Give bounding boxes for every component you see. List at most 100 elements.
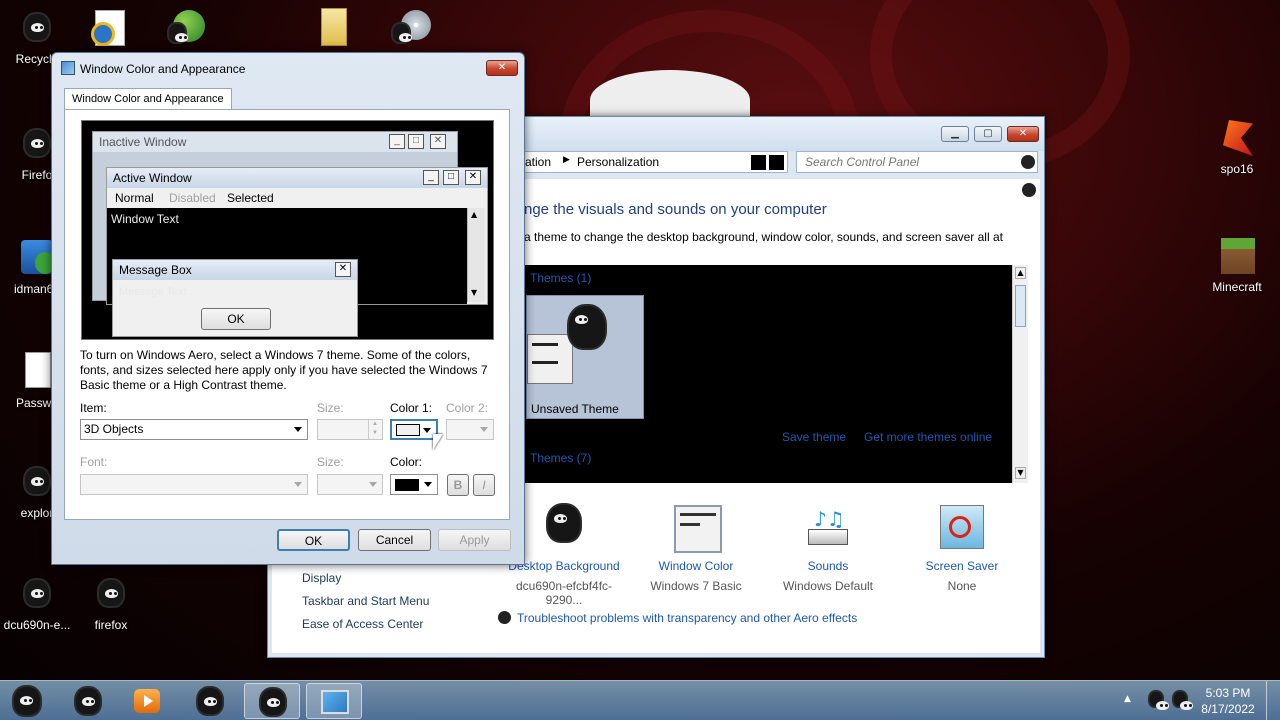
minimize-icon: _ [423, 170, 439, 185]
bottom-item-title[interactable]: Window Color [632, 559, 760, 573]
desktop-icon-firefox2[interactable]: firefox [74, 574, 148, 632]
italic-button[interactable]: I [473, 474, 495, 496]
help-icon[interactable] [1022, 183, 1036, 197]
dialog-close-button[interactable]: ✕ [486, 60, 518, 76]
clock-time: 5:03 PM [1205, 686, 1251, 700]
page-subtext: a theme to change the desktop background… [524, 230, 1003, 244]
scroll-down-icon[interactable]: ▼ [1015, 467, 1026, 479]
start-button[interactable] [4, 681, 50, 720]
active-title: Active Window _ □ ✕ [107, 168, 487, 188]
tray-icon[interactable] [1172, 690, 1193, 710]
breadcrumb-prefix[interactable]: ation [525, 155, 551, 169]
scroll-up-icon: ▲ [471, 210, 478, 219]
minimize-button[interactable]: ▁ [941, 126, 969, 142]
apply-button[interactable]: Apply [438, 529, 511, 551]
item-size-stepper[interactable]: ▲ ▼ [317, 419, 383, 440]
bottom-item-sub: None [947, 579, 977, 593]
refresh-icon[interactable] [769, 155, 784, 170]
desktop-icon-folder[interactable] [296, 8, 370, 52]
active-title-text: Active Window [113, 171, 192, 185]
see-also-display[interactable]: Display [302, 571, 341, 585]
maximize-button[interactable]: ▢ [974, 126, 1002, 142]
tray-icon[interactable] [1148, 690, 1169, 710]
dropdown-icon[interactable] [751, 155, 766, 170]
theme-list-scrollbar[interactable]: ▲ ▼ [1012, 265, 1028, 483]
aero-info-text: To turn on Windows Aero, select a Window… [80, 348, 488, 392]
color1-swatch [396, 424, 420, 436]
inactive-title-text: Inactive Window [99, 135, 187, 149]
taskbar-button-app4[interactable] [244, 683, 300, 719]
desktop-icon-idm[interactable] [150, 8, 224, 52]
desktop-icon-label: spo16 [1220, 162, 1254, 176]
dialog-titlebar[interactable]: Window Color and Appearance ✕ [52, 53, 524, 83]
window-color-icon [674, 505, 722, 553]
tab-window-color-appearance[interactable]: Window Color and Appearance [64, 88, 232, 110]
my-themes-label: Themes (1) [530, 271, 592, 285]
show-desktop-button[interactable] [1266, 681, 1280, 720]
desktop-icon-label: dcu690n-e... [3, 618, 71, 632]
item-size-label: Size: [317, 401, 344, 415]
get-more-themes-link[interactable]: Get more themes online [864, 430, 992, 444]
maximize-icon: □ [408, 134, 424, 149]
desktop-icon-label: Minecraft [1212, 280, 1262, 294]
preview-message-box: Message Box ✕ Message Text OK [112, 259, 358, 337]
chevron-down-icon [369, 482, 377, 487]
item-select[interactable]: 3D Objects [80, 419, 308, 440]
globe-download-icon [167, 8, 207, 48]
font-color-picker[interactable] [390, 474, 438, 495]
taskbar-button-app1[interactable] [60, 683, 116, 719]
close-icon: ✕ [430, 134, 446, 149]
unsaved-theme-tile[interactable]: Unsaved Theme [526, 295, 644, 419]
scroll-thumb[interactable] [1015, 285, 1026, 327]
taskbar-button-control-panel[interactable] [306, 683, 362, 719]
bold-button[interactable]: B [447, 474, 469, 496]
troubleshoot-link[interactable]: Troubleshoot problems with transparency … [517, 611, 857, 625]
search-input[interactable]: Search Control Panel [796, 151, 1038, 173]
close-icon: ✕ [335, 262, 351, 277]
bottom-item-title[interactable]: Screen Saver [898, 559, 1026, 573]
internet-explorer-icon [89, 8, 129, 48]
app-icon [259, 687, 287, 717]
save-theme-link[interactable]: Save theme [782, 430, 846, 444]
maximize-icon: □ [443, 170, 459, 185]
desktop-icon-ie[interactable] [72, 8, 146, 52]
see-also-ease-of-access[interactable]: Ease of Access Center [302, 617, 423, 631]
message-text: Message Text [119, 286, 187, 298]
desktop-icon-disc[interactable] [374, 8, 448, 52]
scroll-up-icon[interactable]: ▲ [1015, 267, 1026, 279]
desktop-icon-dcu690n[interactable]: dcu690n-e... [0, 574, 74, 632]
bottom-item-title[interactable]: Sounds [764, 559, 892, 573]
close-button[interactable]: ✕ [1007, 126, 1039, 142]
see-also-taskbar[interactable]: Taskbar and Start Menu [302, 594, 429, 608]
item-select-value: 3D Objects [84, 422, 144, 436]
cancel-button[interactable]: Cancel [358, 529, 431, 551]
taskbar-button-media-player[interactable] [120, 683, 176, 719]
bottom-item-sub: Windows Default [782, 579, 874, 593]
desktop-icon-label: firefox [94, 618, 128, 632]
font-color-label: Color: [390, 455, 423, 469]
minimize-icon: _ [389, 134, 405, 149]
font-select[interactable] [80, 474, 308, 495]
font-size-select[interactable] [317, 474, 383, 495]
theme-preview-window [527, 334, 573, 384]
color2-label: Color 2: [446, 401, 489, 415]
unsaved-theme-label: Unsaved Theme [531, 402, 619, 416]
color1-label: Color 1: [390, 401, 433, 415]
desktop-icon-minecraft[interactable]: Minecraft [1200, 236, 1274, 294]
mouse-cursor-icon [433, 434, 443, 450]
taskbar-button-app3[interactable] [182, 683, 238, 719]
preview-scrollbar: ▲ ▼ [467, 208, 485, 302]
ok-button[interactable]: OK [277, 529, 350, 551]
menu-selected: Selected [227, 191, 274, 205]
chevron-down-icon [480, 427, 488, 432]
desktop-icon-spo16[interactable]: spo16 [1200, 118, 1274, 176]
breadcrumb-personalization[interactable]: Personalization [577, 155, 659, 169]
color1-picker[interactable] [390, 419, 438, 440]
color2-picker[interactable] [446, 419, 494, 440]
search-icon[interactable] [1021, 155, 1035, 169]
show-hidden-icons-icon[interactable]: ▲ [1124, 694, 1131, 704]
clock[interactable]: 5:03 PM 8/17/2022 [1196, 685, 1260, 717]
control-panel-icon [321, 690, 349, 714]
theme-list[interactable]: Themes (1) Unsaved Theme Save theme Get … [524, 265, 1028, 483]
font-label: Font: [80, 455, 108, 469]
